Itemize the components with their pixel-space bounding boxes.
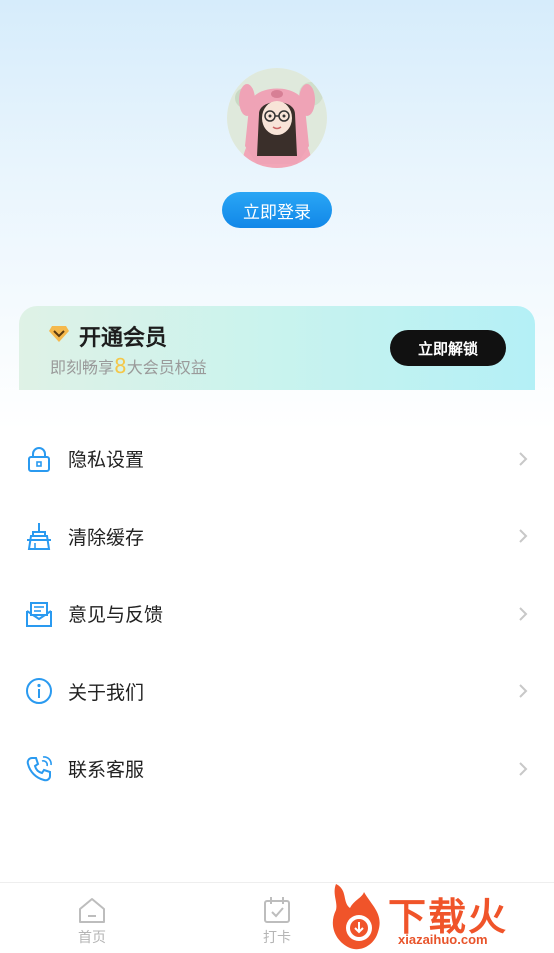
lock-icon [28,446,50,472]
info-icon [26,678,52,705]
menu-item-about[interactable]: 关于我们 [0,653,554,731]
menu-item-label: 关于我们 [68,681,145,704]
chevron-right-icon [519,529,528,543]
phone-icon [26,755,52,781]
vip-subtitle: 即刻畅享8大会员权益 [50,354,207,378]
calendar-checkin-icon [264,897,290,923]
menu-item-label: 联系客服 [68,759,145,782]
menu-item-label: 隐私设置 [68,449,145,472]
menu-item-clear-cache[interactable]: 清除缓存 [0,498,554,576]
tab-label: 首页 [78,930,106,946]
tab-checkin[interactable]: 打卡 [217,883,337,953]
menu-item-label: 意见与反馈 [68,604,164,627]
vip-subtitle-suffix: 大会员权益 [126,358,207,377]
menu-item-privacy[interactable]: 隐私设置 [0,420,554,498]
chevron-right-icon [519,452,528,466]
tab-home[interactable]: 首页 [32,883,152,953]
menu-item-label: 清除缓存 [68,526,145,549]
unlock-button[interactable]: 立即解锁 [390,330,506,366]
broom-icon [27,523,51,551]
avatar[interactable] [227,68,327,168]
chevron-right-icon [519,607,528,621]
menu-item-contact-service[interactable]: 联系客服 [0,730,554,808]
diamond-icon [49,326,69,342]
settings-menu: 隐私设置 清除缓存 意见与反馈 关于我们 联系客服 [0,420,554,808]
chevron-right-icon [519,684,528,698]
vip-banner[interactable]: 开通会员 即刻畅享8大会员权益 立即解锁 [19,306,535,390]
tab-label: 打卡 [263,930,291,946]
vip-title: 开通会员 [79,326,168,351]
vip-benefit-count: 8 [114,354,127,378]
menu-item-feedback[interactable]: 意见与反馈 [0,575,554,653]
watermark-url: xiazaihuo.com [398,932,488,947]
login-button[interactable]: 立即登录 [222,192,332,228]
home-icon [79,898,105,923]
feedback-mail-icon [26,601,52,627]
vip-subtitle-prefix: 即刻畅享 [50,358,115,377]
chevron-right-icon [519,762,528,776]
